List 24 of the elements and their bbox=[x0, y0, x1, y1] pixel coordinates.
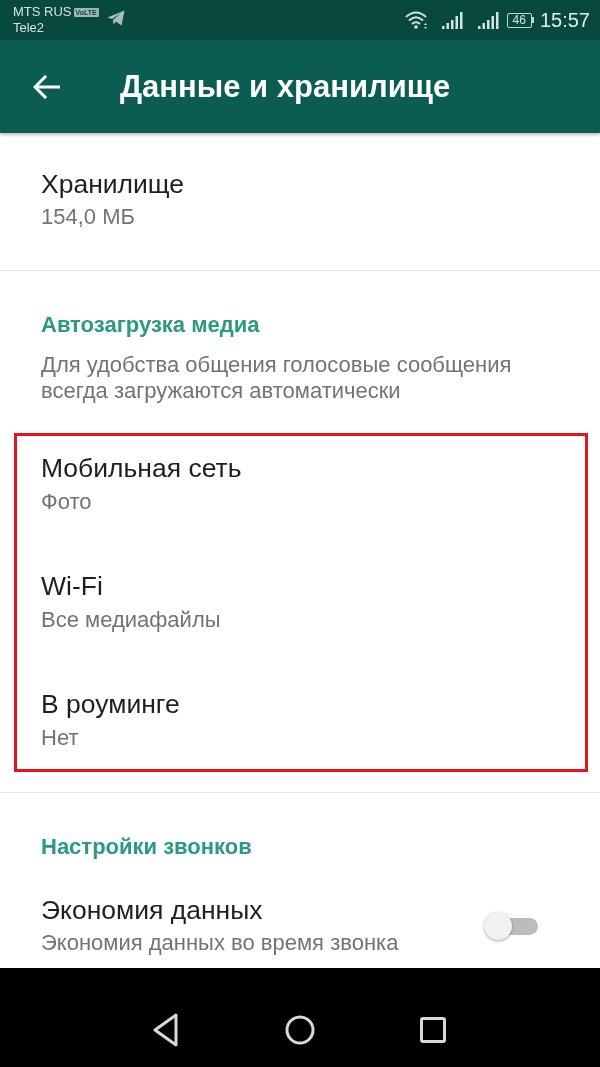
screen-title: Данные и хранилище bbox=[120, 67, 451, 106]
setting-title[interactable]: Мобильная сеть bbox=[41, 453, 585, 483]
setting-title[interactable]: Хранилище bbox=[41, 169, 600, 199]
carrier-name: Tele2 bbox=[13, 20, 46, 36]
carrier-name: MTS RUS bbox=[13, 4, 72, 20]
section-description: Для удобства общения голосовые сообщения всегда загружаются автоматически bbox=[41, 352, 513, 404]
setting-value: Все медиафайлы bbox=[41, 607, 222, 633]
setting-title[interactable]: В роуминге bbox=[41, 689, 585, 719]
paper-plane-icon bbox=[106, 10, 125, 26]
setting-description: Экономия данных во время звонка bbox=[41, 930, 399, 956]
section-header: Автозагрузка медиа bbox=[40, 312, 261, 338]
back-arrow-icon[interactable] bbox=[33, 74, 60, 99]
setting-title[interactable]: Экономия данных bbox=[41, 895, 399, 925]
clock-time: 15:57 bbox=[539, 8, 590, 32]
toggle-switch[interactable] bbox=[484, 910, 540, 941]
signal-icon bbox=[476, 10, 499, 30]
signal-icon bbox=[440, 10, 463, 30]
setting-value: Нет bbox=[41, 725, 80, 751]
wifi-icon bbox=[403, 10, 428, 30]
setting-value: 154,0 МБ bbox=[41, 204, 136, 230]
battery-indicator: 46 bbox=[506, 12, 534, 28]
section-header: Настройки звонков bbox=[40, 834, 253, 860]
setting-title[interactable]: Wi-Fi bbox=[41, 571, 585, 601]
setting-value: Фото bbox=[41, 489, 93, 515]
